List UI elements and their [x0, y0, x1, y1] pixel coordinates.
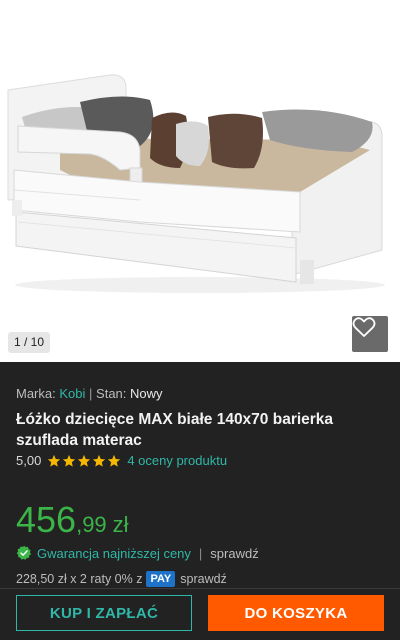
- installments-info: 228,50 zł x 2 raty 0% z PAY sprawdź: [16, 571, 227, 587]
- star-icon: [63, 454, 76, 467]
- actions-divider: [0, 588, 400, 589]
- price-currency: zł: [112, 512, 129, 537]
- product-image-gallery[interactable]: 1 / 10: [0, 0, 400, 362]
- product-price: 456,99 zł: [16, 498, 129, 542]
- image-counter: 1 / 10: [8, 332, 51, 353]
- allegro-pay-badge: PAY: [146, 571, 176, 587]
- price-integer: 456: [16, 499, 77, 540]
- brand-label: Marka:: [16, 386, 56, 401]
- guarantee-check-icon: [16, 545, 32, 560]
- guarantee-separator: |: [198, 545, 203, 561]
- brand-link[interactable]: Kobi: [59, 386, 85, 401]
- add-to-favorites-button[interactable]: [352, 316, 388, 352]
- heart-outline-icon: [352, 317, 376, 337]
- rating-count-link[interactable]: 4 oceny produktu: [127, 453, 227, 468]
- product-info-panel: Marka: Kobi | Stan: Nowy Łóżko dziecięce…: [0, 362, 400, 640]
- lowest-price-guarantee: Gwarancja najniższej ceny | sprawdź: [16, 545, 259, 561]
- star-icon: [108, 454, 121, 467]
- buy-now-button[interactable]: KUP I ZAPŁAĆ: [16, 595, 192, 631]
- product-title: Łóżko dziecięce MAX białe 140x70 barierk…: [16, 411, 334, 449]
- condition-value: Nowy: [130, 386, 163, 401]
- installments-check-link[interactable]: sprawdź: [180, 572, 227, 586]
- star-icon: [93, 454, 106, 467]
- guarantee-text: Gwarancja najniższej ceny: [37, 545, 191, 561]
- rating-score: 5,00: [16, 453, 42, 468]
- product-rating: 5,00 4 oceny produktu: [16, 453, 227, 468]
- condition-label: Stan:: [96, 386, 127, 401]
- product-meta: Marka: Kobi | Stan: Nowy: [16, 386, 163, 401]
- guarantee-check-link[interactable]: sprawdź: [210, 546, 258, 561]
- rating-stars: [47, 454, 121, 468]
- product-photo-bed: [7, 74, 385, 293]
- meta-separator: |: [89, 386, 93, 401]
- price-decimal: ,99: [76, 512, 107, 537]
- add-to-cart-button[interactable]: DO KOSZYKA: [208, 595, 384, 631]
- star-icon: [78, 454, 91, 467]
- installments-text: 228,50 zł x 2 raty 0% z: [16, 572, 143, 586]
- star-icon: [48, 454, 61, 467]
